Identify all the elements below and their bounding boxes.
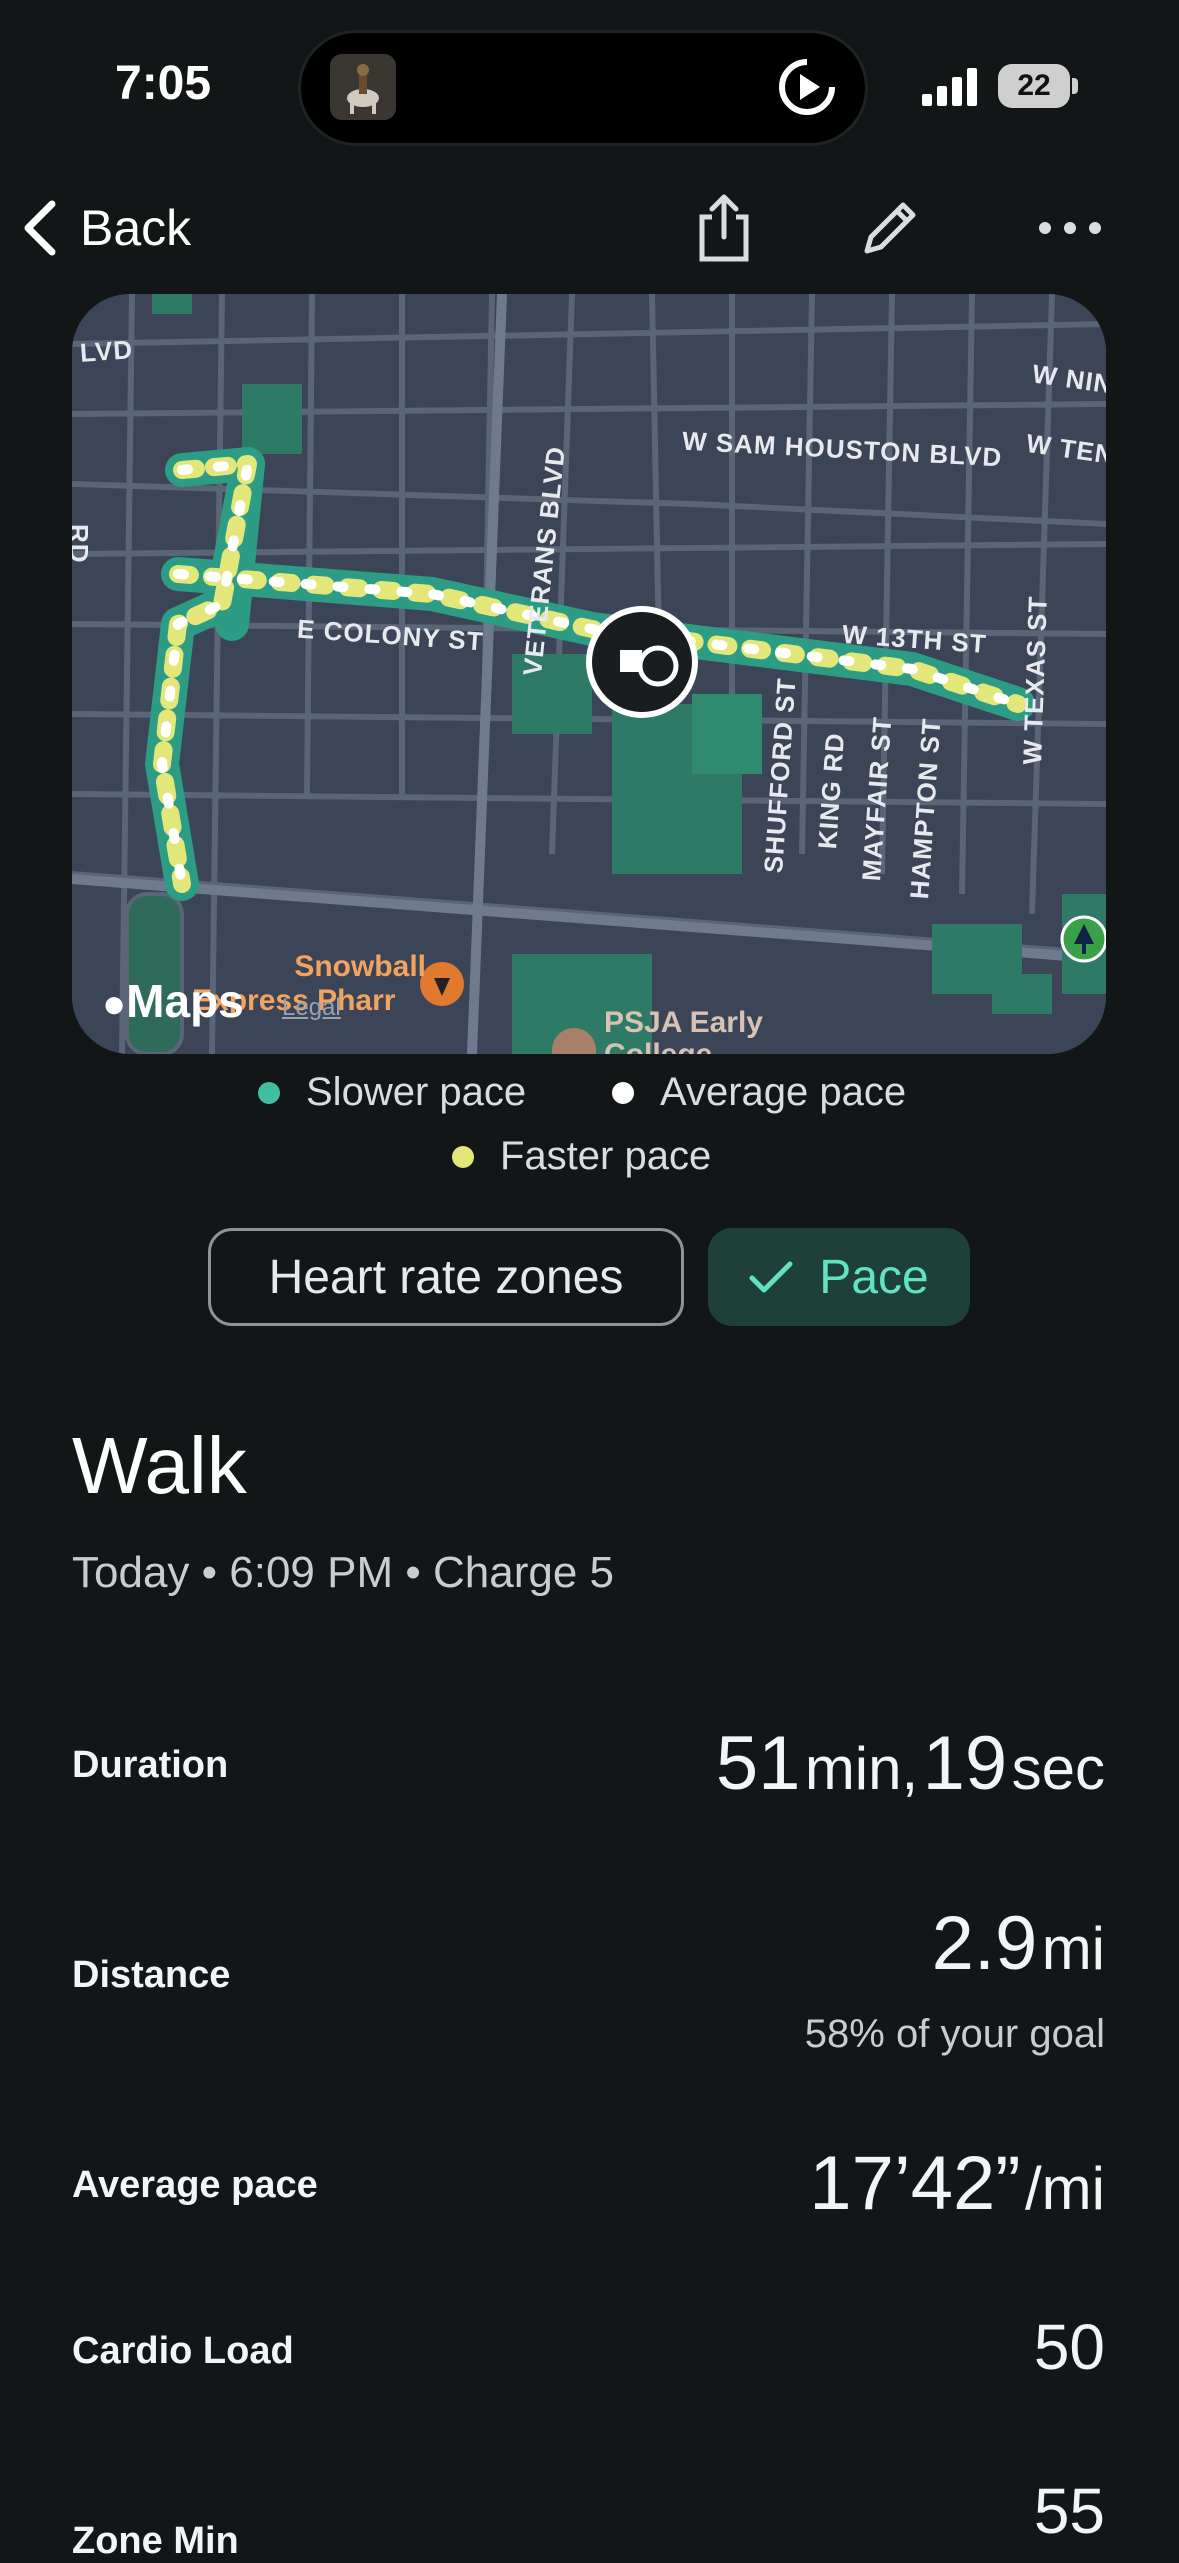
toggle-label: Pace <box>819 1250 929 1304</box>
zone-min-value: 55 <box>1033 2475 1105 2547</box>
legend-label: Slower pace <box>306 1070 527 1114</box>
legend-slower: Slower pace <box>258 1070 526 1115</box>
poi-name: College <box>604 1038 712 1054</box>
maps-attribution: Maps <box>126 975 244 1027</box>
activity-title: Walk <box>72 1421 247 1510</box>
cellular-signal-icon <box>922 66 978 111</box>
cardio-load-label: Cardio Load <box>72 2330 294 2372</box>
activity-subtitle: Today • 6:09 PM • Charge 5 <box>72 1548 614 1597</box>
chevron-left-icon <box>24 200 56 256</box>
back-button[interactable]: Back <box>20 190 191 266</box>
street-label: W TEXAS ST <box>1017 595 1053 766</box>
duration-label: Duration <box>72 1744 229 1786</box>
poi-name: Snowball <box>294 950 426 983</box>
check-icon <box>749 1261 793 1293</box>
street-label: RD <box>72 524 94 564</box>
legend-faster: Faster pace <box>452 1134 711 1179</box>
cardio-load-value: 50 <box>1033 2311 1105 2383</box>
zone-min-label: Zone Min <box>72 2520 239 2562</box>
distance-label: Distance <box>72 1954 231 1996</box>
more-horizontal-icon <box>1039 222 1101 234</box>
average-pace-value: 17’42” /mi <box>809 2141 1105 2226</box>
legal-link[interactable]: Legal <box>282 994 341 1022</box>
status-time: 7:05 <box>115 57 212 110</box>
heart-rate-zones-toggle[interactable]: Heart rate zones <box>208 1228 684 1326</box>
more-options-button[interactable] <box>1032 190 1108 266</box>
legend-average: Average pace <box>612 1070 906 1115</box>
faster-pace-dot <box>452 1145 474 1168</box>
legend-label: Faster pace <box>500 1134 712 1178</box>
slower-pace-dot <box>258 1081 280 1104</box>
duration-value: 51 min, 19 sec <box>715 1721 1105 1806</box>
share-icon <box>699 194 749 262</box>
poi-name: PSJA Early <box>604 1006 763 1039</box>
legend-label: Average pace <box>660 1070 907 1114</box>
share-button[interactable] <box>686 190 762 266</box>
distance-goal-note: 58% of your goal <box>804 2012 1105 2056</box>
average-pace-dot <box>612 1081 634 1104</box>
back-label: Back <box>80 200 192 256</box>
street-label: LVD <box>78 334 135 368</box>
route-map[interactable]: W SAM HOUSTON BLVD W 13TH ST W TEXAS ST … <box>72 294 1106 1054</box>
now-playing-icon[interactable] <box>776 56 838 118</box>
battery-indicator: 22 <box>998 64 1070 108</box>
average-pace-label: Average pace <box>72 2164 318 2206</box>
pencil-icon <box>864 202 916 254</box>
edit-button[interactable] <box>852 190 928 266</box>
toggle-label: Heart rate zones <box>268 1250 624 1304</box>
now-playing-artwork[interactable] <box>330 54 396 120</box>
distance-value: 2.9 mi <box>931 1901 1105 1986</box>
battery-nub <box>1072 78 1078 94</box>
pace-toggle[interactable]: Pace <box>708 1228 970 1326</box>
apple-maps-logo: ●Maps <box>102 975 244 1027</box>
